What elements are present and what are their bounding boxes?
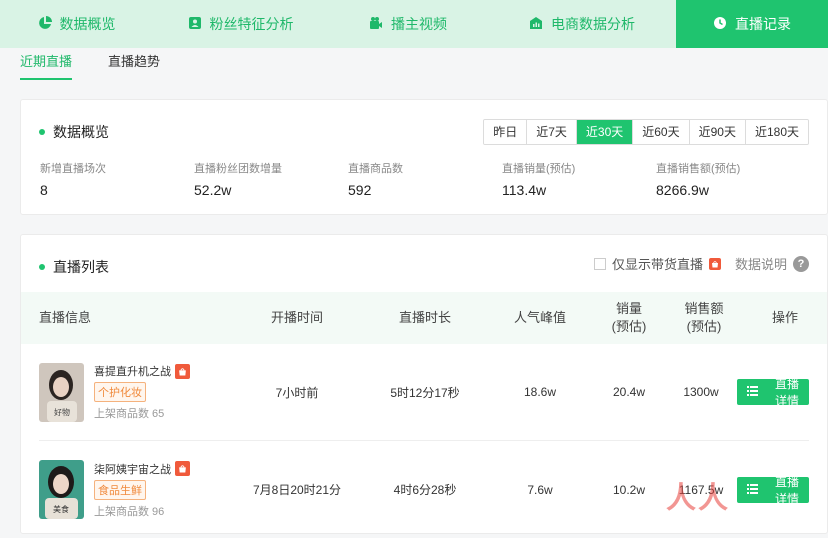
col-duration: 直播时长 (363, 309, 487, 327)
user-card-icon (188, 16, 202, 33)
shopping-bag-icon (175, 364, 190, 379)
start-time: 7小时前 (231, 384, 363, 401)
col-revenue: 销售额 (预估) (665, 300, 743, 336)
data-note[interactable]: 数据说明 ? (735, 254, 809, 273)
watermark-logo: 人人 (666, 476, 806, 524)
live-info: 美食 柒阿姨宇宙之战 食品生鲜 上架商品数 96 (39, 460, 231, 519)
tab-videos[interactable]: 播主视频 (328, 0, 488, 48)
tab-label: 播主视频 (391, 14, 447, 34)
tab-live-records[interactable]: 直播记录 (676, 0, 828, 48)
live-cover-image[interactable]: 好物 (39, 363, 84, 422)
col-start-time: 开播时间 (231, 309, 363, 327)
product-count: 上架商品数 65 (94, 405, 190, 421)
section-title: 数据概览 (53, 122, 109, 142)
sales: 10.2w (593, 483, 665, 497)
bullet-dot (39, 264, 45, 270)
live-detail-button[interactable]: 直播详情 (737, 379, 809, 405)
stat-fan-club-increase: 直播粉丝团数增量 52.2w (194, 160, 348, 198)
live-title[interactable]: 柒阿姨宇宙之战 (94, 461, 190, 477)
shopping-bag-icon (175, 461, 190, 476)
live-title[interactable]: 喜提直升机之战 (94, 363, 190, 379)
bullet-dot (39, 129, 45, 135)
tab-fan-analysis[interactable]: 粉丝特征分析 (153, 0, 328, 48)
category-tag: 个护化妆 (94, 382, 146, 402)
category-tag: 食品生鲜 (94, 480, 146, 500)
col-peak-popularity: 人气峰值 (487, 309, 593, 327)
clock-icon (713, 16, 727, 33)
range-180-days[interactable]: 近180天 (746, 120, 808, 144)
tab-label: 数据概览 (60, 14, 116, 34)
only-goods-label: 仅显示带货直播 (612, 254, 703, 273)
duration: 4时6分28秒 (363, 481, 487, 498)
subtab-recent-live[interactable]: 近期直播 (20, 48, 72, 82)
date-range-selector: 昨日 近7天 近30天 近60天 近90天 近180天 (483, 119, 809, 145)
stat-label: 直播销量(预估) (502, 160, 656, 176)
stat-value: 8 (40, 182, 194, 198)
action-cell: 直播详情 (737, 379, 809, 405)
range-30-days[interactable]: 近30天 (577, 120, 633, 144)
stat-value: 52.2w (194, 182, 348, 198)
col-action: 操作 (743, 309, 827, 327)
peak-popularity: 7.6w (487, 483, 593, 497)
video-icon (369, 16, 383, 33)
tab-data-overview[interactable]: 数据概览 (0, 0, 153, 48)
svg-text:好物: 好物 (54, 407, 70, 417)
svg-text:人人: 人人 (666, 481, 730, 516)
stat-label: 直播粉丝团数增量 (194, 160, 348, 176)
range-90-days[interactable]: 近90天 (690, 120, 746, 144)
only-goods-filter[interactable]: 仅显示带货直播 (594, 254, 721, 273)
live-list-title: 直播列表 (39, 257, 109, 277)
stat-live-products: 直播商品数 592 (348, 160, 502, 198)
range-yesterday[interactable]: 昨日 (484, 120, 527, 144)
tab-ecommerce[interactable]: 电商数据分析 (488, 0, 676, 48)
live-cover-image[interactable]: 美食 (39, 460, 84, 519)
col-live-info: 直播信息 (21, 309, 231, 327)
stat-value: 592 (348, 182, 502, 198)
revenue: 1300w (665, 385, 737, 399)
stat-live-revenue: 直播销售额(预估) 8266.9w (656, 160, 810, 198)
overview-title: 数据概览 (39, 122, 109, 142)
sales: 20.4w (593, 385, 665, 399)
stat-live-sales: 直播销量(预估) 113.4w (502, 160, 656, 198)
button-label: 直播详情 (764, 375, 799, 409)
table-header: 直播信息 开播时间 直播时长 人气峰值 销量 (预估) 销售额 (预估) 操作 (21, 292, 827, 344)
tab-label: 电商数据分析 (551, 14, 635, 34)
svg-text:美食: 美食 (53, 504, 69, 514)
range-60-days[interactable]: 近60天 (633, 120, 689, 144)
start-time: 7月8日20时21分 (231, 481, 363, 498)
question-icon[interactable]: ? (793, 256, 809, 272)
overview-card: 数据概览 昨日 近7天 近30天 近60天 近90天 近180天 新增直播场次 … (20, 99, 828, 215)
col-sales: 销量 (预估) (593, 300, 665, 336)
tab-label: 直播记录 (735, 14, 791, 34)
product-count: 上架商品数 96 (94, 503, 190, 519)
table-row: 好物 喜提直升机之战 个护化妆 上架商品数 65 7小时前 5时12分17秒 1… (39, 344, 809, 441)
stat-new-live-sessions: 新增直播场次 8 (40, 160, 194, 198)
stat-label: 直播销售额(预估) (656, 160, 810, 176)
peak-popularity: 18.6w (487, 385, 593, 399)
only-goods-checkbox[interactable] (594, 258, 606, 270)
stats-row: 新增直播场次 8 直播粉丝团数增量 52.2w 直播商品数 592 直播销量(预… (40, 160, 810, 198)
section-title: 直播列表 (53, 257, 109, 277)
list-icon (747, 385, 758, 399)
stat-label: 新增直播场次 (40, 160, 194, 176)
shopping-bag-icon (709, 258, 721, 270)
tab-label: 粉丝特征分析 (210, 14, 294, 34)
stat-value: 113.4w (502, 182, 656, 198)
live-info: 好物 喜提直升机之战 个护化妆 上架商品数 65 (39, 363, 231, 422)
pie-chart-icon (38, 16, 52, 33)
duration: 5时12分17秒 (363, 384, 487, 401)
list-toolbar: 仅显示带货直播 数据说明 ? (594, 254, 809, 273)
shop-chart-icon (529, 16, 543, 33)
top-nav: 数据概览 粉丝特征分析 播主视频 电商数据分析 直播记录 (0, 0, 828, 48)
sub-tabs: 近期直播 直播趋势 (20, 48, 160, 82)
stat-value: 8266.9w (656, 182, 810, 198)
data-note-label: 数据说明 (735, 254, 787, 273)
stat-label: 直播商品数 (348, 160, 502, 176)
range-7-days[interactable]: 近7天 (527, 120, 577, 144)
subtab-live-trend[interactable]: 直播趋势 (108, 48, 160, 82)
